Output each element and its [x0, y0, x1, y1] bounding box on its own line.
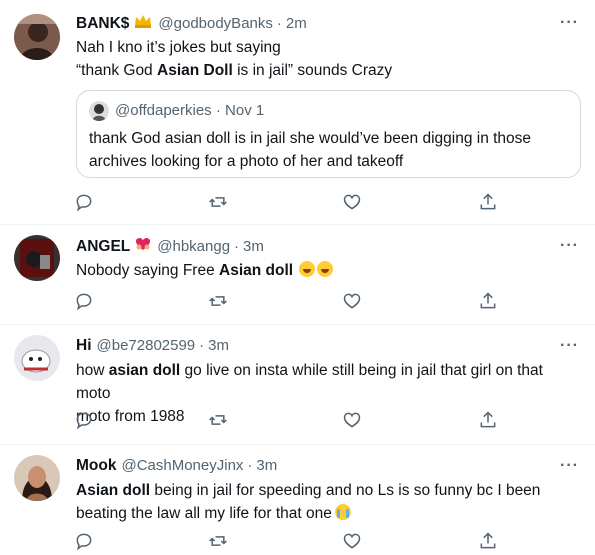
- display-name[interactable]: Hi: [76, 337, 92, 355]
- retweet-icon[interactable]: [208, 192, 230, 214]
- more-options-icon[interactable]: ···: [560, 237, 579, 255]
- timestamp[interactable]: Nov 1: [225, 102, 264, 119]
- tweet-2[interactable]: ANGEL @hbkangg · 3m ··· Nobody saying Fr…: [0, 225, 595, 325]
- tweet-actions: [74, 410, 504, 432]
- reply-icon[interactable]: [74, 531, 96, 553]
- retweet-icon[interactable]: [208, 410, 230, 432]
- avatar[interactable]: [14, 235, 60, 281]
- user-handle[interactable]: @CashMoneyJinx: [121, 457, 243, 474]
- avatar[interactable]: [14, 14, 60, 60]
- separator-dot: ·: [199, 337, 205, 354]
- separator-dot: ·: [247, 457, 253, 474]
- avatar[interactable]: [14, 335, 60, 381]
- user-handle[interactable]: @offdaperkies: [115, 102, 212, 119]
- crown-icon: [134, 14, 152, 32]
- retweet-icon[interactable]: [208, 291, 230, 313]
- retweet-icon[interactable]: [208, 531, 230, 553]
- like-icon[interactable]: [342, 410, 364, 432]
- tweet-1[interactable]: BANK$ @godbodyBanks · 2m ··· Nah I kno i…: [0, 0, 595, 225]
- avatar: [89, 101, 109, 121]
- share-icon[interactable]: [478, 291, 500, 313]
- tweet-4[interactable]: Mook @CashMoneyJinx · 3m ··· Asian doll …: [0, 445, 595, 551]
- display-name[interactable]: BANK$: [76, 15, 129, 33]
- separator-dot: ·: [234, 238, 240, 255]
- tweet-text: Nah I kno it’s jokes but saying “thank G…: [76, 39, 393, 79]
- like-icon[interactable]: [342, 531, 364, 553]
- reply-icon[interactable]: [74, 410, 96, 432]
- share-icon[interactable]: [478, 192, 500, 214]
- more-options-icon[interactable]: ···: [560, 457, 579, 475]
- tweet-text: Nobody saying Free Asian doll: [76, 259, 576, 282]
- user-handle[interactable]: @be72802599: [97, 337, 196, 354]
- rofl-emoji: [299, 261, 316, 277]
- timestamp[interactable]: 3m: [256, 457, 277, 474]
- avatar[interactable]: [14, 455, 60, 501]
- timestamp[interactable]: 3m: [243, 238, 264, 255]
- display-name[interactable]: ANGEL: [76, 238, 130, 256]
- heart-hands-icon: [135, 237, 151, 255]
- rofl-emoji: [317, 261, 334, 277]
- display-name[interactable]: Mook: [76, 457, 116, 475]
- tweet-3[interactable]: Hi @be72802599 · 3m ··· how asian doll g…: [0, 325, 595, 445]
- tweet-text: Asian doll being in jail for speeding an…: [76, 482, 541, 522]
- share-icon[interactable]: [478, 410, 500, 432]
- like-icon[interactable]: [342, 192, 364, 214]
- tweet-actions: [74, 531, 504, 553]
- timestamp[interactable]: 3m: [208, 337, 229, 354]
- tweet-actions: [74, 291, 504, 313]
- more-options-icon[interactable]: ···: [560, 14, 579, 32]
- like-icon[interactable]: [342, 291, 364, 313]
- share-icon[interactable]: [478, 531, 500, 553]
- reply-icon[interactable]: [74, 192, 96, 214]
- quoted-tweet[interactable]: @offdaperkies · Nov 1 thank God asian do…: [76, 90, 581, 178]
- user-handle[interactable]: @hbkangg: [157, 238, 230, 255]
- loudly-crying-emoji: [334, 504, 351, 520]
- reply-icon[interactable]: [74, 291, 96, 313]
- tweet-actions: [74, 192, 504, 214]
- separator-dot: ·: [215, 102, 226, 119]
- quoted-tweet-text: thank God asian doll is in jail she woul…: [89, 130, 532, 170]
- separator-dot: ·: [276, 15, 282, 32]
- user-handle[interactable]: @godbodyBanks: [158, 15, 272, 32]
- more-options-icon[interactable]: ···: [560, 337, 579, 355]
- timestamp[interactable]: 2m: [286, 15, 307, 32]
